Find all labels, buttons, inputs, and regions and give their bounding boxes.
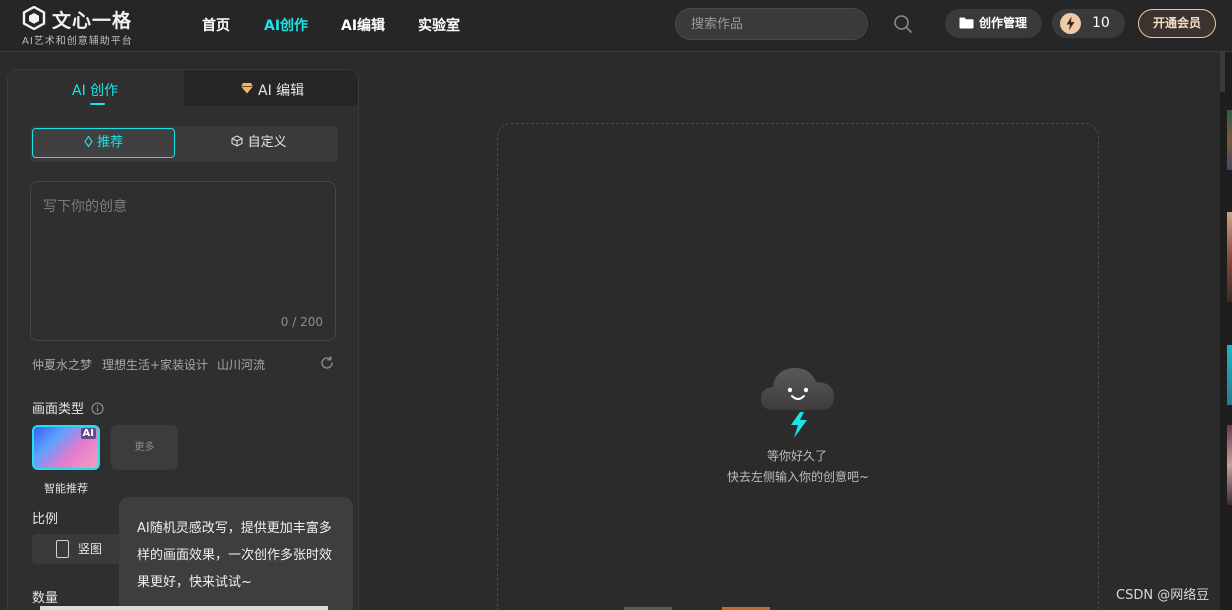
scene-smart-recommend[interactable]: AI bbox=[32, 425, 100, 470]
search-input[interactable] bbox=[675, 8, 868, 40]
nav-ai-edit[interactable]: AI编辑 bbox=[341, 15, 385, 35]
gallery-thumb[interactable] bbox=[1227, 425, 1232, 505]
creation-manage-button[interactable]: 创作管理 bbox=[945, 9, 1042, 38]
empty-state-hint: 快去左侧输入你的创意吧~ bbox=[727, 470, 870, 484]
empty-state-title: 等你好久了 bbox=[767, 449, 828, 463]
prompt-input[interactable] bbox=[43, 196, 323, 306]
search-icon[interactable] bbox=[893, 14, 913, 34]
logo[interactable]: 文心一格 AI艺术和创意辅助平台 bbox=[20, 4, 150, 48]
mode-custom-button[interactable]: 自定义 bbox=[184, 128, 334, 158]
credits-count: 10 bbox=[1092, 15, 1110, 31]
ratio-portrait-button[interactable]: 竖图 bbox=[32, 534, 124, 564]
lightning-icon bbox=[1060, 13, 1081, 34]
credits-badge[interactable]: 10 bbox=[1052, 9, 1125, 38]
watermark: CSDN @网络豆 bbox=[1116, 588, 1210, 603]
ai-tag: AI bbox=[80, 428, 96, 439]
tooltip-text: AI随机灵感改写，提供更加丰富多样的画面效果，一次创作多张时效果更好，快来试试~ bbox=[137, 521, 333, 590]
tab-active-indicator bbox=[90, 103, 105, 105]
refresh-icon[interactable] bbox=[319, 355, 335, 371]
top-bar: 文心一格 AI艺术和创意辅助平台 首页 AI创作 AI编辑 实验室 创作管理 1… bbox=[0, 0, 1232, 52]
gallery-thumb[interactable] bbox=[1227, 345, 1232, 405]
portrait-icon bbox=[56, 540, 69, 558]
logo-icon bbox=[22, 6, 46, 30]
mode-recommend-label: 推荐 bbox=[97, 135, 124, 150]
creation-manage-label: 创作管理 bbox=[979, 16, 1028, 30]
tab-ai-edit-label: AI 编辑 bbox=[258, 83, 305, 99]
nav-home[interactable]: 首页 bbox=[202, 15, 230, 35]
suggestion-chip[interactable]: 仲夏水之梦 bbox=[32, 356, 92, 373]
vip-button[interactable]: 开通会员 bbox=[1138, 9, 1216, 38]
info-icon[interactable] bbox=[91, 402, 104, 415]
scene-type-label: 画面类型 bbox=[32, 398, 104, 417]
tooltip: AI随机灵感改写，提供更加丰富多样的画面效果，一次创作多张时效果更好，快来试试~ bbox=[119, 497, 353, 610]
gallery-thumb[interactable] bbox=[1227, 110, 1232, 170]
logo-subtitle: AI艺术和创意辅助平台 bbox=[22, 36, 133, 47]
scroll-indicator bbox=[40, 606, 328, 610]
tab-ai-create[interactable]: AI 创作 bbox=[8, 70, 184, 106]
scene-type-text: 画面类型 bbox=[32, 402, 85, 417]
gallery-thumb[interactable] bbox=[1227, 212, 1232, 302]
cloud-empty-state-icon bbox=[761, 367, 834, 438]
mode-switch: 推荐 自定义 bbox=[30, 126, 338, 162]
char-counter: 0 / 200 bbox=[280, 315, 323, 329]
sparkle-icon bbox=[84, 135, 93, 148]
mode-custom-label: 自定义 bbox=[247, 135, 287, 150]
tab-ai-edit[interactable]: AI 编辑 bbox=[184, 70, 358, 106]
nav-lab[interactable]: 实验室 bbox=[418, 15, 460, 35]
ratio-label: 比例 bbox=[32, 512, 59, 527]
prompt-box: 0 / 200 bbox=[30, 181, 336, 341]
mode-recommend-button[interactable]: 推荐 bbox=[32, 128, 175, 158]
scene-more-button[interactable]: 更多 bbox=[111, 425, 178, 470]
suggestion-chip[interactable]: 山川河流 bbox=[217, 356, 265, 373]
quantity-label: 数量 bbox=[32, 591, 59, 606]
tab-ai-create-label: AI 创作 bbox=[72, 83, 119, 99]
logo-title: 文心一格 bbox=[52, 10, 133, 32]
suggestion-chip[interactable]: 理想生活+家装设计 bbox=[102, 356, 208, 373]
scene-smart-recommend-caption: 智能推荐 bbox=[44, 482, 88, 495]
scrollbar[interactable] bbox=[1220, 52, 1225, 92]
cube-icon bbox=[231, 135, 243, 147]
diamond-icon bbox=[241, 83, 253, 94]
nav-ai-create[interactable]: AI创作 bbox=[264, 15, 308, 35]
folder-icon bbox=[959, 17, 974, 29]
ratio-portrait-label: 竖图 bbox=[78, 542, 103, 556]
